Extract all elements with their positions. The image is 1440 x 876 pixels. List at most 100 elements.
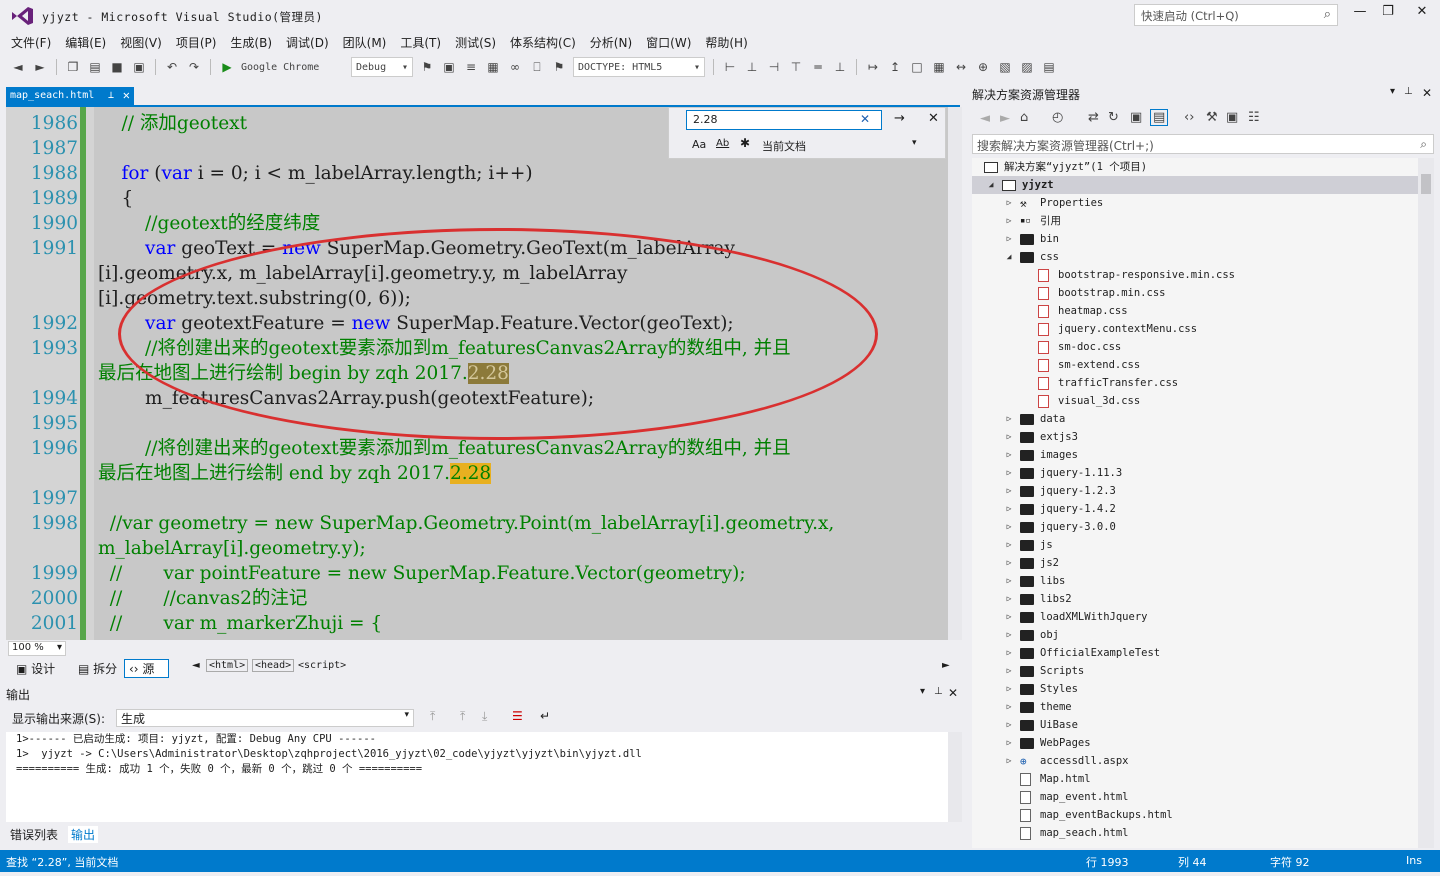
tree-item[interactable]: ▷ libs [972, 572, 1418, 590]
home-icon[interactable]: ⌂ [1020, 110, 1028, 125]
tree-item[interactable]: sm-doc.css [972, 338, 1418, 356]
link-icon[interactable]: ∞ [507, 59, 523, 75]
expand-arrow-icon[interactable]: ▷ [1004, 752, 1014, 770]
output-vertical-scrollbar[interactable] [948, 732, 962, 822]
menu-item[interactable]: 项目(P) [169, 32, 224, 54]
sync-icon[interactable]: ⇄ [1088, 110, 1099, 125]
grid-icon[interactable]: ▦ [931, 59, 947, 75]
breadcrumb-next[interactable]: ► [942, 660, 950, 671]
menu-item[interactable]: 编辑(E) [58, 32, 113, 54]
expand-arrow-icon[interactable]: ▷ [1004, 428, 1014, 446]
find-scope-dropdown[interactable]: 当前文档 [762, 138, 806, 154]
output-text[interactable]: 1>------ 已启动生成: 项目: yjyzt, 配置: Debug Any… [6, 732, 960, 822]
whole-word-toggle[interactable]: Ab [716, 138, 729, 149]
send-back-icon[interactable]: ▨ [1019, 59, 1035, 75]
expand-arrow-icon[interactable]: ▷ [1004, 230, 1014, 248]
design-view-button[interactable]: ▣ 设计 [16, 660, 55, 677]
tree-item[interactable]: ▷ theme [972, 698, 1418, 716]
expand-arrow-icon[interactable]: ▷ [1004, 644, 1014, 662]
tree-item[interactable]: bootstrap.min.css [972, 284, 1418, 302]
browser-dropdown[interactable]: Google Chrome [241, 62, 345, 73]
close-find-icon[interactable]: ✕ [928, 111, 939, 126]
back-icon[interactable]: ◄ [980, 111, 990, 126]
menu-item[interactable]: 体系结构(C) [503, 32, 583, 54]
expand-arrow-icon[interactable]: ▷ [1004, 554, 1014, 572]
solution-explorer-scrollbar[interactable] [1418, 158, 1434, 848]
align-bottom-icon[interactable]: ⊥ [832, 59, 848, 75]
close-button[interactable]: ✕ [1408, 4, 1436, 24]
find-input[interactable]: 2.28 [686, 110, 882, 130]
expand-arrow-icon[interactable]: ▷ [1004, 536, 1014, 554]
output-source-dropdown[interactable]: 生成 ▾ [116, 709, 414, 727]
word-wrap-icon[interactable]: ↵ [540, 709, 550, 723]
tree-item[interactable]: map_seach.html [972, 824, 1418, 842]
bookmark-icon[interactable]: ⚑ [551, 59, 567, 75]
center-icon[interactable]: ⊕ [975, 59, 991, 75]
tree-item[interactable]: ▷ data [972, 410, 1418, 428]
breadcrumb-html[interactable]: <html> [206, 659, 249, 672]
properties-icon[interactable]: ⚒ [1206, 110, 1218, 125]
breadcrumb-head[interactable]: <head> [252, 659, 295, 672]
same-height-icon[interactable]: ↥ [887, 59, 903, 75]
tree-item[interactable]: ▷ js2 [972, 554, 1418, 572]
spacing-icon[interactable]: ↔ [953, 59, 969, 75]
find-next-icon[interactable]: → [894, 111, 905, 126]
tree-item[interactable]: ▷ js [972, 536, 1418, 554]
collapse-all-icon[interactable]: ▣ [1130, 110, 1142, 125]
tree-item[interactable]: map_event.html [972, 788, 1418, 806]
save-all-icon[interactable]: ▣ [131, 59, 147, 75]
find-message-icon[interactable]: ⤒ [430, 709, 435, 724]
back-icon[interactable]: ◄ [10, 59, 26, 75]
tree-item[interactable]: ▷ Styles [972, 680, 1418, 698]
menu-item[interactable]: 窗口(W) [639, 32, 698, 54]
tree-item[interactable]: ◢ css [972, 248, 1418, 266]
menu-item[interactable]: 文件(F) [4, 32, 58, 54]
pane-options-icon[interactable]: ▾ [920, 686, 925, 697]
expand-arrow-icon[interactable]: ▷ [1004, 446, 1014, 464]
new-project-icon[interactable]: ❐ [65, 59, 81, 75]
tree-item[interactable]: ▷ Scripts [972, 662, 1418, 680]
menu-item[interactable]: 工具(T) [393, 32, 448, 54]
pending-changes-icon[interactable]: ◴ [1052, 110, 1063, 125]
tree-item[interactable]: ▷ bin [972, 230, 1418, 248]
open-file-icon[interactable]: ▤ [87, 59, 103, 75]
view-code-icon[interactable]: ‹› [1184, 110, 1194, 125]
pin-icon[interactable]: ⊥ [108, 90, 114, 101]
expand-arrow-icon[interactable]: ▷ [1004, 518, 1014, 536]
expand-arrow-icon[interactable]: ▷ [1004, 626, 1014, 644]
prev-message-icon[interactable]: ⤒ [460, 709, 465, 724]
pin-icon[interactable]: ⊥ [934, 686, 943, 697]
next-message-icon[interactable]: ⤓ [482, 709, 487, 724]
doctype-dropdown[interactable]: DOCTYPE: HTML5 ▾ [573, 57, 705, 77]
tree-item[interactable]: trafficTransfer.css [972, 374, 1418, 392]
tree-item[interactable]: ▷ jquery-3.0.0 [972, 518, 1418, 536]
redo-icon[interactable]: ↷ [186, 59, 202, 75]
sql-icon[interactable]: ▤ [1041, 59, 1057, 75]
expand-arrow-icon[interactable]: ▷ [1004, 590, 1014, 608]
tree-item[interactable]: ▷ extjs3 [972, 428, 1418, 446]
align-middle-icon[interactable]: ═ [810, 59, 826, 75]
expand-arrow-icon[interactable]: ▷ [1004, 734, 1014, 752]
source-view-button[interactable]: ‹› 源 [124, 659, 170, 678]
close-icon[interactable]: ✕ [948, 686, 958, 700]
tree-item[interactable]: ▷ loadXMLWithJquery [972, 608, 1418, 626]
forward-icon[interactable]: ► [1000, 111, 1010, 126]
tree-item[interactable]: ▷ UiBase [972, 716, 1418, 734]
expand-arrow-icon[interactable]: ▷ [1004, 212, 1014, 230]
pin-icon[interactable]: ⊥ [1404, 86, 1413, 97]
tree-item[interactable]: ▷ jquery-1.2.3 [972, 482, 1418, 500]
comment-icon[interactable]: ⎕ [529, 59, 545, 75]
expand-arrow-icon[interactable]: ▷ [1004, 410, 1014, 428]
expand-arrow-icon[interactable]: ▷ [1004, 194, 1014, 212]
tree-item[interactable]: jquery.contextMenu.css [972, 320, 1418, 338]
tab-output[interactable]: 输出 [68, 826, 99, 843]
undo-icon[interactable]: ↶ [164, 59, 180, 75]
align-left-icon[interactable]: ⊢ [722, 59, 738, 75]
close-icon[interactable]: ✕ [123, 88, 130, 102]
tree-item[interactable]: ▷ ▪▫ 引用 [972, 212, 1418, 230]
same-width-icon[interactable]: ↦ [865, 59, 881, 75]
tree-item[interactable]: Map.html [972, 770, 1418, 788]
expand-arrow-icon[interactable]: ▷ [1004, 716, 1014, 734]
menu-item[interactable]: 团队(M) [336, 32, 394, 54]
align-center-icon[interactable]: ⊥ [744, 59, 760, 75]
